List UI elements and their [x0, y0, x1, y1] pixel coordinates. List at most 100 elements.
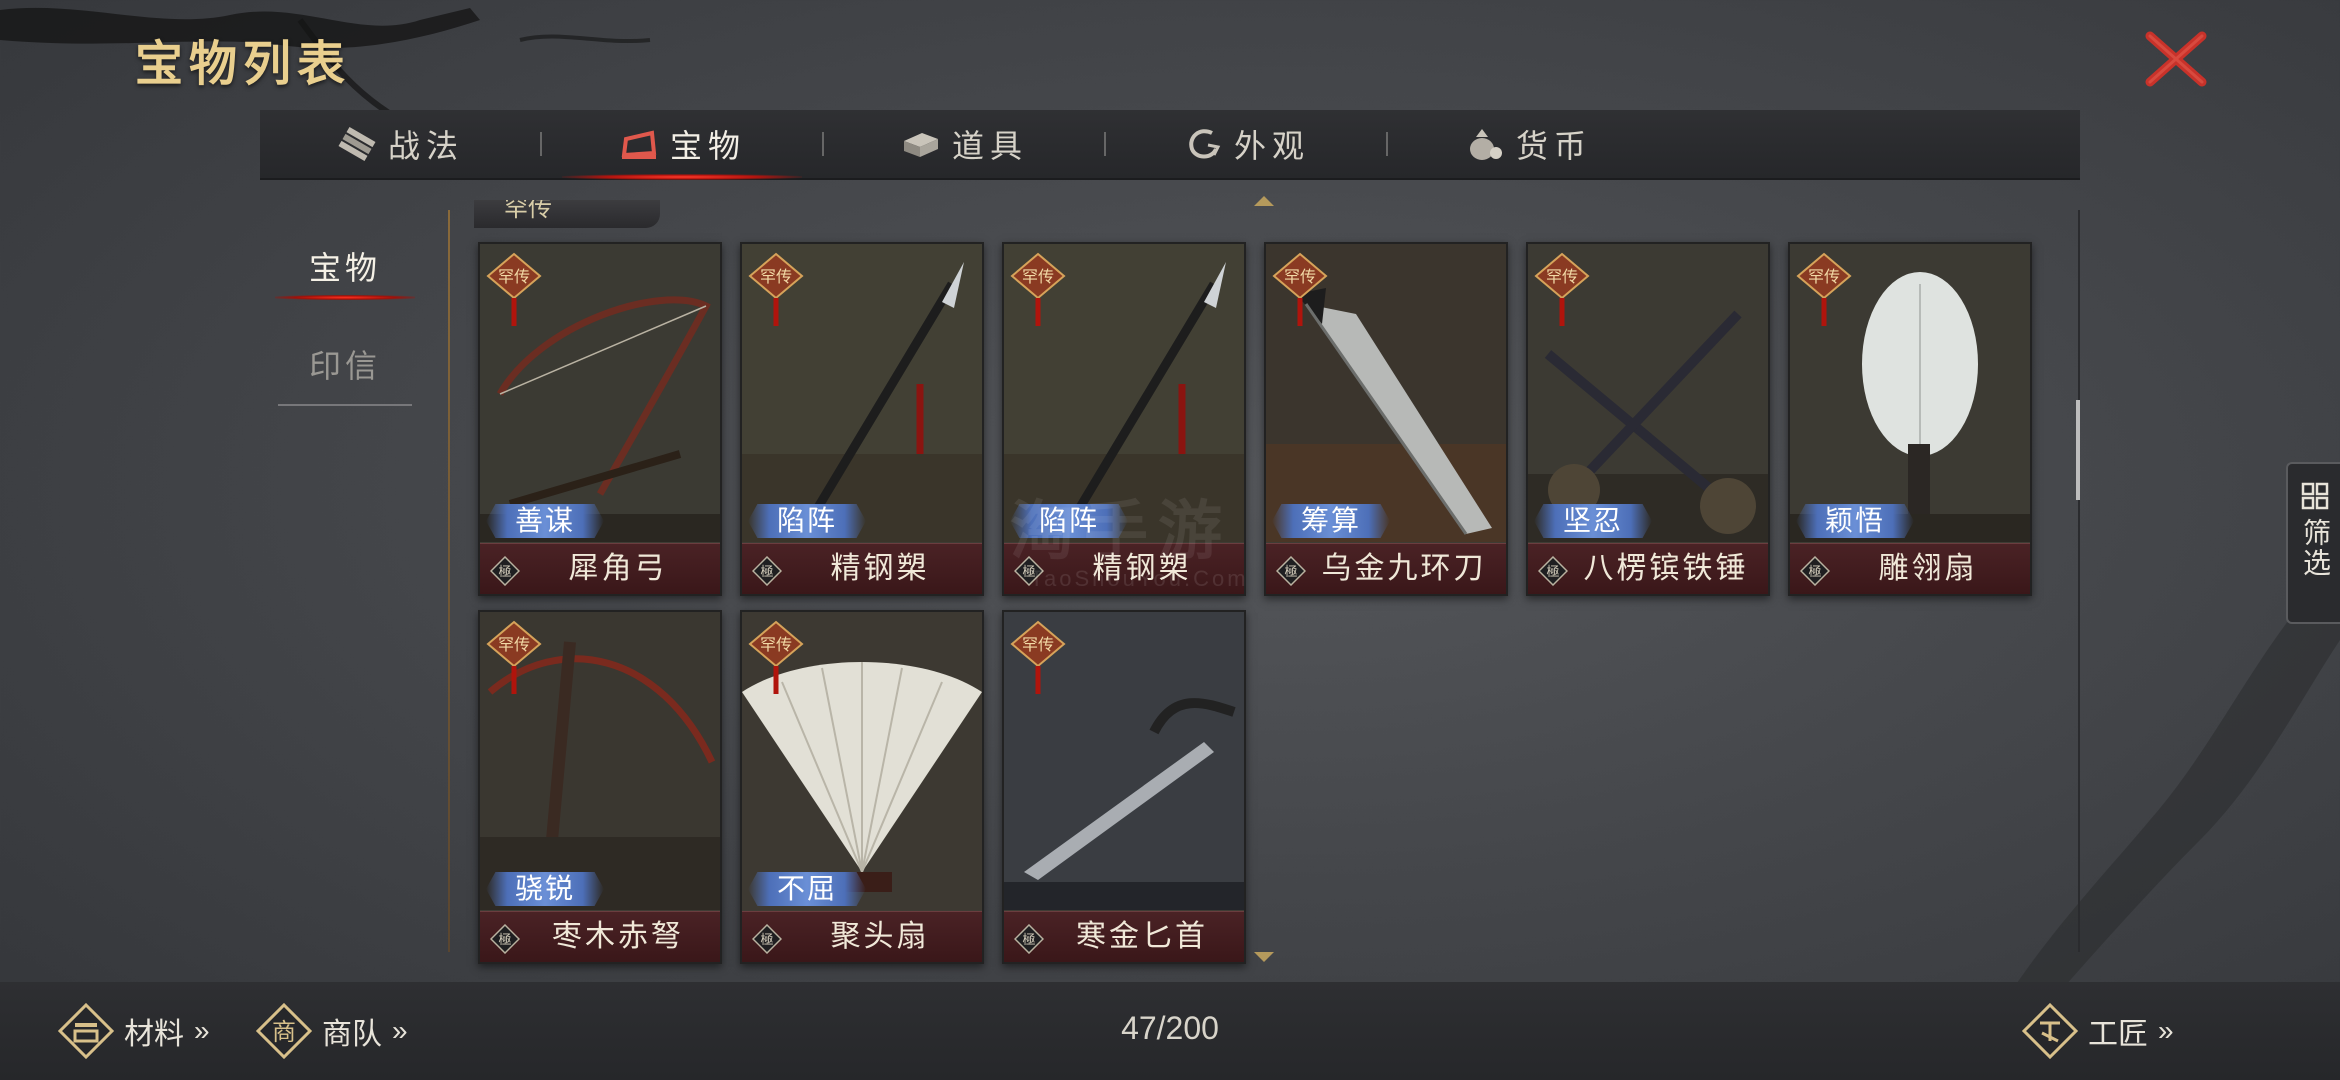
tab-label: 外观 [1233, 127, 1310, 165]
treasure-card[interactable]: 罕传 不屈 極 聚头扇 [740, 610, 984, 964]
filter-label: 筛选 [2299, 518, 2332, 578]
grade-badge-icon: 極 [1276, 556, 1306, 586]
caravan-badge-text: 商 [272, 1018, 296, 1046]
scroll-up-arrow-icon[interactable] [1254, 196, 1274, 206]
trait-badge: 坚忍 [1534, 504, 1652, 538]
svg-text:極: 極 [760, 932, 773, 948]
rarity-tag-icon: 罕传 [486, 252, 542, 326]
scroll-down-arrow-icon[interactable] [1254, 952, 1274, 962]
svg-text:極: 極 [1808, 564, 1821, 580]
trait-badge: 颖悟 [1796, 504, 1914, 538]
craftsman-button[interactable]: 工匠 » [2022, 982, 2174, 1080]
treasure-name: 八楞镔铁锤 [1583, 551, 1749, 586]
rarity-tag-icon: 罕传 [1796, 252, 1852, 326]
close-icon[interactable] [2140, 28, 2212, 90]
trait-badge: 陷阵 [748, 504, 866, 538]
treasure-card[interactable]: 罕传 骁锐 極 枣木赤弩 [478, 610, 722, 964]
tab-label: 战法 [387, 127, 464, 165]
grade-badge-icon: 極 [752, 924, 782, 954]
scrollbar-thumb[interactable] [2076, 400, 2080, 500]
svg-text:罕传: 罕传 [1284, 267, 1316, 286]
svg-text:極: 極 [1284, 564, 1297, 580]
treasure-name: 犀角弓 [568, 551, 668, 586]
craftsman-badge-icon [2022, 1003, 2078, 1059]
materials-button[interactable]: 材料 » [58, 982, 210, 1080]
rarity-tag-icon: 罕传 [1010, 620, 1066, 694]
treasure-name: 枣木赤弩 [552, 919, 684, 954]
double-chevron-icon: » [2158, 1015, 2174, 1046]
grade-badge-icon: 極 [1014, 924, 1044, 954]
rarity-tag-icon: 罕传 [748, 252, 804, 326]
svg-text:罕传: 罕传 [1022, 635, 1054, 654]
treasure-card[interactable]: 罕传 颖悟 極 雕翎扇 [1788, 242, 2032, 596]
grade-badge-icon: 極 [1800, 556, 1830, 586]
watermark-url: TaoShouYou.Com [1030, 566, 1249, 591]
treasure-count: 47/200 [1121, 1010, 1219, 1046]
tab-label: 宝物 [669, 127, 746, 165]
treasure-card[interactable]: 罕传 極 寒金匕首 [1002, 610, 1246, 964]
tab-treasures[interactable]: 宝物 [542, 110, 822, 180]
caravan-button[interactable]: 商 商队 » [256, 982, 408, 1080]
tab-tactics[interactable]: 战法 [260, 110, 540, 178]
treasure-name: 乌金九环刀 [1321, 551, 1487, 586]
rarity-tag-icon: 罕传 [1534, 252, 1590, 326]
svg-text:極: 極 [760, 564, 773, 580]
svg-text:罕传: 罕传 [1022, 267, 1054, 286]
tab-items[interactable]: 道具 [824, 110, 1104, 178]
treasure-card[interactable]: 罕传 善谋 極 犀角弓 [478, 242, 722, 596]
treasure-name: 寒金匕首 [1076, 919, 1208, 954]
coin-bag-icon [1469, 129, 1502, 160]
svg-text:極: 極 [498, 564, 511, 580]
rarity-tag-icon: 罕传 [1272, 252, 1328, 326]
rarity-tag-icon: 罕传 [1010, 252, 1066, 326]
grade-badge-icon: 極 [490, 924, 520, 954]
watermark: 淘手游 [1010, 494, 1232, 569]
treasure-card[interactable]: 罕传 筹算 極 乌金九环刀 [1264, 242, 1508, 596]
svg-text:極: 極 [1546, 564, 1559, 580]
treasure-card[interactable]: 罕传 坚忍 極 八楞镔铁锤 [1526, 242, 1770, 596]
trait-badge: 筹算 [1272, 504, 1390, 538]
trait-badge: 善谋 [486, 504, 604, 538]
tab-label: 货币 [1515, 127, 1592, 165]
treasure-name: 精钢槊 [830, 551, 930, 586]
scroll-bundle-icon [338, 126, 376, 162]
caravan-label: 商队 [322, 1018, 382, 1051]
svg-text:罕传: 罕传 [760, 635, 792, 654]
double-chevron-icon: » [392, 1015, 408, 1046]
svg-text:罕传: 罕传 [498, 635, 530, 654]
materials-badge-icon [58, 1003, 114, 1059]
scroll-track[interactable] [2078, 210, 2080, 952]
tab-currency[interactable]: 货币 [1388, 110, 1668, 178]
grid-icon [2301, 482, 2329, 510]
svg-text:罕传: 罕传 [1546, 267, 1578, 286]
double-chevron-icon: » [194, 1015, 210, 1046]
caravan-badge-icon: 商 [256, 1003, 312, 1059]
category-tab-bar: 战法 宝物 道具 外观 货币 [260, 110, 2080, 180]
craftsman-label: 工匠 [2088, 1018, 2148, 1051]
svg-text:罕传: 罕传 [498, 267, 530, 286]
treasure-chest-icon [621, 130, 657, 159]
tab-appearance[interactable]: 外观 [1106, 110, 1386, 178]
trait-badge: 骁锐 [486, 872, 604, 906]
filter-button[interactable]: 筛选 [2286, 462, 2340, 624]
materials-label: 材料 [124, 1018, 184, 1051]
treasure-name: 雕翎扇 [1878, 551, 1978, 586]
tab-label: 道具 [951, 127, 1028, 165]
panel-border [448, 210, 450, 952]
svg-text:極: 極 [498, 932, 511, 948]
grade-badge-icon: 極 [1538, 556, 1568, 586]
item-box-icon [903, 133, 938, 157]
rarity-group-header: 罕传 [474, 200, 660, 228]
rarity-tag-icon: 罕传 [486, 620, 542, 694]
trait-badge: 不屈 [748, 872, 866, 906]
rarity-tag-icon: 罕传 [748, 620, 804, 694]
side-item-treasure[interactable]: 宝物 [270, 230, 420, 302]
grade-badge-icon: 極 [490, 556, 520, 586]
appearance-swirl-icon [1189, 129, 1221, 159]
svg-text:罕传: 罕传 [760, 267, 792, 286]
svg-text:罕传: 罕传 [1808, 267, 1840, 286]
svg-text:極: 極 [1022, 932, 1035, 948]
page-title: 宝物列表 [135, 36, 352, 92]
treasure-card[interactable]: 罕传 陷阵 極 精钢槊 [740, 242, 984, 596]
side-item-seal[interactable]: 印信 [270, 328, 420, 406]
